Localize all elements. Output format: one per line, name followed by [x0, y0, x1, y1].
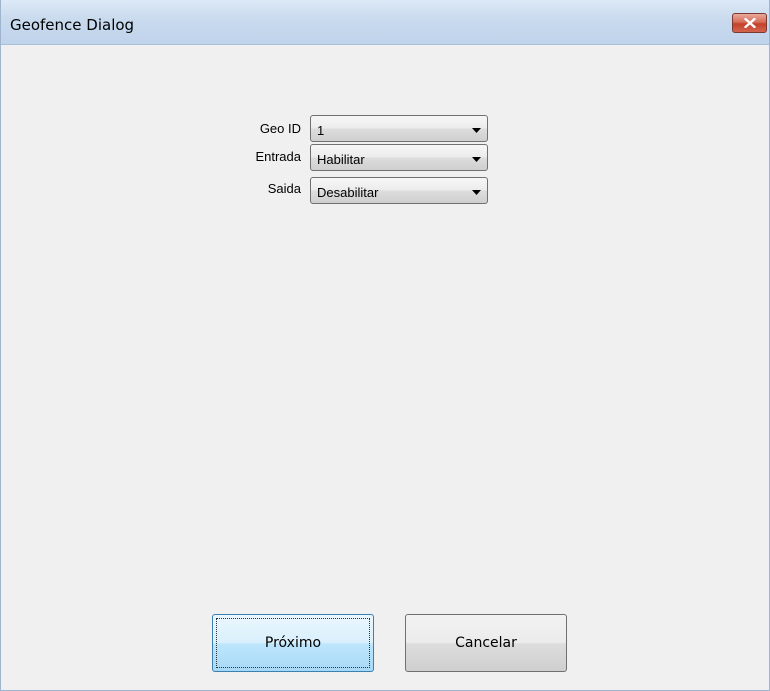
geo-id-value: 1: [317, 123, 325, 138]
saida-select[interactable]: Desabilitar: [310, 177, 488, 204]
next-button[interactable]: Próximo: [212, 614, 374, 672]
title-bar[interactable]: Geofence Dialog: [1, 0, 769, 45]
close-button[interactable]: [732, 13, 767, 33]
geo-id-label: Geo ID: [259, 121, 301, 136]
geo-id-select[interactable]: 1: [310, 115, 488, 142]
close-icon: [743, 18, 756, 28]
cancel-button-label: Cancelar: [455, 635, 517, 651]
window-title: Geofence Dialog: [10, 16, 135, 34]
saida-value: Desabilitar: [317, 185, 379, 200]
geofence-dialog-window: Geofence Dialog Geo ID 1 Entrada Habilit…: [0, 0, 770, 691]
saida-label: Saida: [267, 181, 301, 196]
cancel-button[interactable]: Cancelar: [405, 614, 567, 672]
entrada-label: Entrada: [255, 149, 301, 164]
chevron-down-icon: [472, 190, 481, 195]
chevron-down-icon: [472, 157, 481, 162]
next-button-label: Próximo: [264, 635, 322, 651]
chevron-down-icon: [472, 128, 481, 133]
entrada-value: Habilitar: [317, 152, 365, 167]
entrada-select[interactable]: Habilitar: [310, 144, 488, 171]
